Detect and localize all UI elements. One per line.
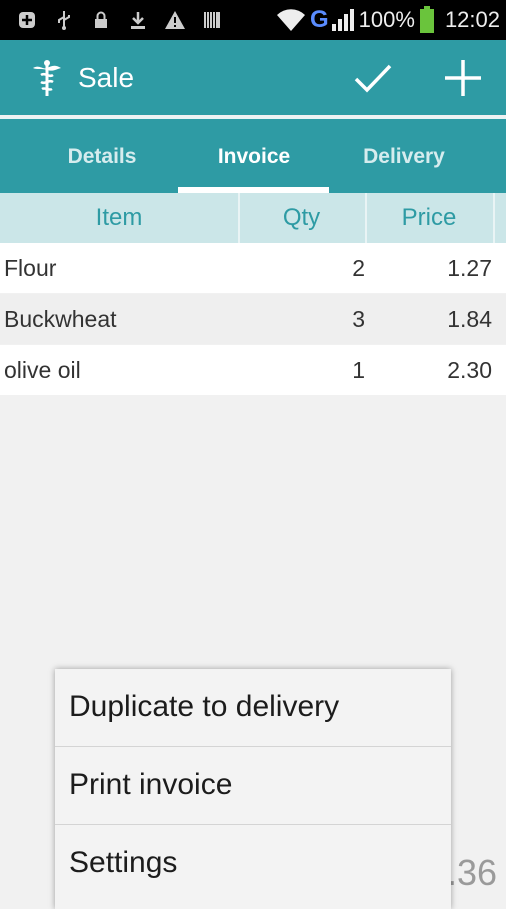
status-left-icons (16, 0, 223, 40)
cell-qty: 3 (352, 305, 365, 332)
table-row[interactable]: olive oil 1 2.30 (0, 345, 506, 395)
menu-item-duplicate-to-delivery[interactable]: Duplicate to delivery (55, 669, 451, 745)
cell-price: 1.27 (447, 254, 492, 281)
menu-item-print-invoice[interactable]: Print invoice (55, 747, 451, 823)
wifi-icon (276, 7, 306, 33)
signal-icon (331, 8, 355, 32)
cell-price: 2.30 (447, 356, 492, 383)
table-row[interactable]: Flour 2 1.27 (0, 243, 506, 293)
plus-icon[interactable] (435, 50, 491, 106)
carrier-label: G (309, 6, 329, 33)
usb-icon (53, 9, 75, 31)
action-bar: Sale (0, 40, 506, 115)
table-header: Item Qty Price (0, 193, 506, 243)
tab-delivery[interactable]: Delivery (328, 119, 480, 195)
notification-icon (16, 9, 38, 31)
tab-bar: Details Invoice Delivery (0, 117, 506, 195)
clock: 12:02 (444, 7, 500, 32)
status-right-icons: G 100% 12:02 (276, 0, 500, 40)
menu-item-settings[interactable]: Settings (55, 825, 451, 901)
screen-title: Sale (78, 62, 135, 93)
status-bar: G 100% 12:02 (0, 0, 506, 40)
tab-details[interactable]: Details (26, 119, 178, 195)
check-icon[interactable] (345, 50, 401, 106)
battery-icon (419, 6, 435, 34)
lock-icon (90, 9, 112, 31)
column-header-qty[interactable]: Qty (238, 193, 367, 243)
battery-percent: 100% (358, 7, 415, 32)
cell-item: Flour (4, 254, 57, 281)
cell-price: 1.84 (447, 305, 492, 332)
overflow-menu: Duplicate to delivery Print invoice Sett… (55, 669, 451, 909)
column-header-price[interactable]: Price (365, 193, 495, 243)
cell-item: olive oil (4, 356, 81, 383)
barcode-icon (201, 9, 223, 31)
cell-qty: 1 (352, 356, 365, 383)
table-row[interactable]: Buckwheat 3 1.84 (0, 294, 506, 344)
tab-invoice[interactable]: Invoice (178, 119, 330, 195)
column-header-item[interactable]: Item (0, 193, 240, 243)
cell-qty: 2 (352, 254, 365, 281)
download-icon (127, 9, 149, 31)
cell-item: Buckwheat (4, 305, 117, 332)
caduceus-icon[interactable] (30, 58, 64, 98)
version-text: .36 (447, 852, 498, 893)
warning-icon (164, 9, 186, 31)
